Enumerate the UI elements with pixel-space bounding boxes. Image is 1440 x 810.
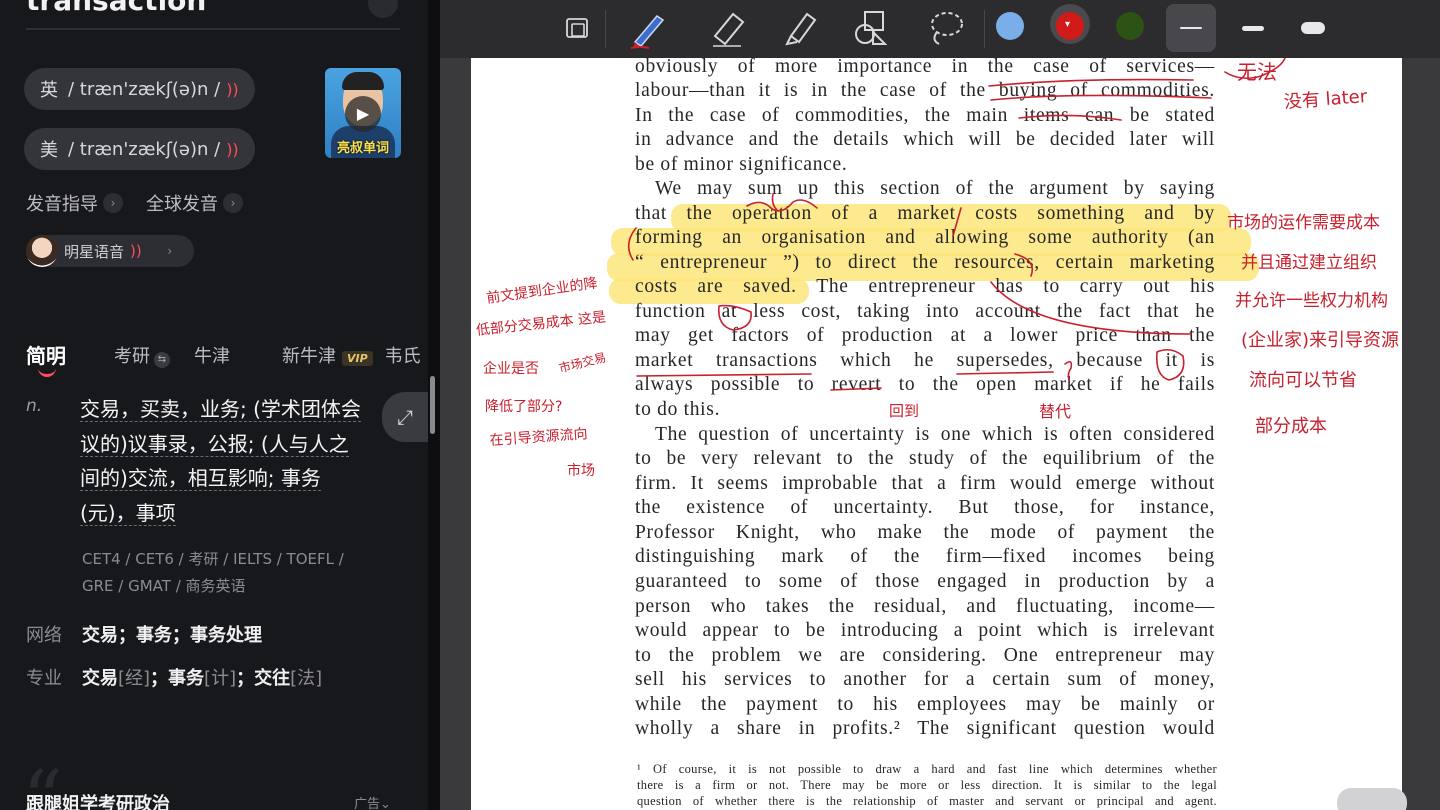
- tab-new-oxford[interactable]: 新牛津 VIP: [282, 342, 373, 368]
- annotation-note: 企业是否: [483, 361, 539, 377]
- tab-label: 考研: [114, 345, 150, 367]
- dictionary-tabs: 简明 考研 ⇆ 牛津 新牛津 VIP 韦氏: [26, 340, 421, 377]
- definition-line: 间的)交流，相互影响; 事务: [80, 466, 321, 491]
- link-label: 全球发音: [146, 194, 218, 215]
- page-scroll-indicator[interactable]: [1337, 788, 1407, 810]
- page-view-icon[interactable]: [558, 4, 598, 52]
- definition-line: 交易，买卖，业务; (学术团体会: [80, 397, 361, 422]
- color-swatch-blue[interactable]: [996, 12, 1024, 40]
- video-caption: 亮叔单词: [336, 141, 389, 156]
- definition-text: 交易，买卖，业务; (学术团体会 议的)议事录，公报; (人与人之 间的)交流，…: [80, 392, 380, 530]
- region-label: 美: [40, 140, 58, 161]
- annotation-note: 并且通过建立组织: [1241, 253, 1377, 273]
- global-pronunciation-link[interactable]: 全球发音 ›: [146, 190, 243, 216]
- color-swatch-red[interactable]: ▾: [1056, 12, 1084, 40]
- pen-icon[interactable]: [624, 4, 674, 52]
- star-voice-button[interactable]: 明星语音 )) ›: [26, 235, 194, 267]
- chevron-right-icon: ›: [159, 241, 180, 261]
- stroke-medium-button[interactable]: [1228, 4, 1278, 52]
- ipa-text: / træn'zækʃ(ə)n /: [68, 138, 221, 160]
- speaker-icon: )): [226, 139, 239, 159]
- row-value: 交易[经]；事务[计]；交往[法]: [82, 668, 323, 689]
- shapes-icon[interactable]: [846, 4, 896, 52]
- annotation-note: 无法: [1237, 60, 1277, 84]
- annotation-note: 市场的运作需要成本: [1227, 213, 1380, 233]
- professional-definition: 专业 交易[经]；事务[计]；交往[法]: [26, 664, 322, 690]
- eraser-icon[interactable]: [702, 4, 752, 52]
- annotation-note: 市场: [567, 463, 595, 479]
- stroke-thin-button[interactable]: [1166, 4, 1216, 52]
- row-label: 专业: [26, 668, 62, 689]
- pronunciation-guide-link[interactable]: 发音指导 ›: [26, 190, 123, 216]
- close-button[interactable]: [368, 0, 398, 18]
- annotation-note: 流向可以节省: [1249, 370, 1357, 391]
- ad-label[interactable]: 广告⌄: [354, 793, 391, 810]
- chevron-right-icon: ›: [103, 193, 123, 213]
- toolbar-separator: [984, 10, 985, 48]
- annotation-note: 替代: [1039, 402, 1072, 421]
- toolbar-separator: [605, 10, 606, 48]
- stroke-thick-button[interactable]: [1288, 4, 1338, 52]
- tab-concise[interactable]: 简明: [26, 340, 66, 377]
- annotation-note: 降低了部分?: [485, 399, 563, 415]
- row-label: 网络: [26, 625, 62, 646]
- tab-oxford[interactable]: 牛津: [194, 342, 230, 368]
- chevron-right-icon: ›: [223, 193, 243, 213]
- swap-icon: ⇆: [154, 351, 170, 368]
- color-swatch-green[interactable]: [1116, 12, 1144, 40]
- medium-stroke-icon: [1242, 25, 1264, 31]
- row-value: 交易；事务；事务处理: [82, 625, 262, 646]
- ad-title[interactable]: 跟腿姐学考研政治: [26, 790, 170, 810]
- annotation-note: 回到: [889, 402, 920, 420]
- annotation-note: (企业家)来引导资源: [1241, 330, 1400, 351]
- pronunciation-uk-button[interactable]: 英 / træn'zækʃ(ə)n / )): [24, 68, 255, 110]
- annotation-note: 并允许一些权力机构: [1235, 291, 1388, 311]
- avatar: [26, 235, 58, 267]
- tab-kaoyan[interactable]: 考研 ⇆: [114, 342, 170, 368]
- presenter-hair: [342, 72, 384, 90]
- divider: [26, 28, 400, 30]
- network-definition: 网络 交易；事务；事务处理: [26, 621, 262, 647]
- star-voice-label: 明星语音: [64, 242, 125, 261]
- link-label: 发音指导: [26, 194, 98, 215]
- chevron-down-icon: ▾: [1065, 19, 1071, 30]
- pronunciation-us-button[interactable]: 美 / træn'zækʃ(ə)n / )): [24, 128, 255, 170]
- thin-stroke-icon: [1180, 27, 1202, 29]
- pdf-page: obviously of more importance in the case…: [471, 58, 1402, 810]
- exam-tags-line: GRE / GMAT / 商务英语: [82, 577, 246, 595]
- definition-line: 议的)议事录，公报; (人与人之: [80, 431, 349, 457]
- tab-label: 新牛津: [282, 345, 336, 367]
- region-label: 英: [40, 80, 58, 101]
- speaker-icon: )): [130, 242, 142, 260]
- video-thumbnail[interactable]: ▶ 亮叔单词: [325, 68, 401, 158]
- headword: transaction: [26, 0, 207, 17]
- annotation-toolbar: ▾: [440, 0, 1440, 58]
- exam-tags: CET4 / CET6 / 考研 / IELTS / TOEFL / GRE /…: [82, 546, 402, 600]
- definition-line: (元)，事项: [80, 500, 176, 526]
- exam-tags-line: CET4 / CET6 / 考研 / IELTS / TOEFL /: [82, 550, 344, 568]
- document-viewer[interactable]: obviously of more importance in the case…: [440, 58, 1440, 810]
- vip-badge: VIP: [342, 350, 373, 366]
- expand-icon[interactable]: ⤢: [382, 392, 428, 442]
- annotation-note: 部分成本: [1255, 416, 1327, 437]
- lasso-icon[interactable]: [920, 4, 970, 52]
- scrollbar[interactable]: [430, 376, 435, 434]
- dictionary-pane: transaction 英 / træn'zækʃ(ə)n / )) 美 / t…: [0, 0, 428, 810]
- highlighter-icon[interactable]: [774, 4, 824, 52]
- play-icon[interactable]: ▶: [345, 96, 381, 132]
- speaker-icon: )): [226, 79, 239, 99]
- thick-stroke-icon: [1301, 22, 1325, 34]
- tab-webster[interactable]: 韦氏: [385, 342, 421, 368]
- ipa-text: / træn'zækʃ(ə)n /: [68, 78, 221, 100]
- part-of-speech: n.: [26, 396, 43, 416]
